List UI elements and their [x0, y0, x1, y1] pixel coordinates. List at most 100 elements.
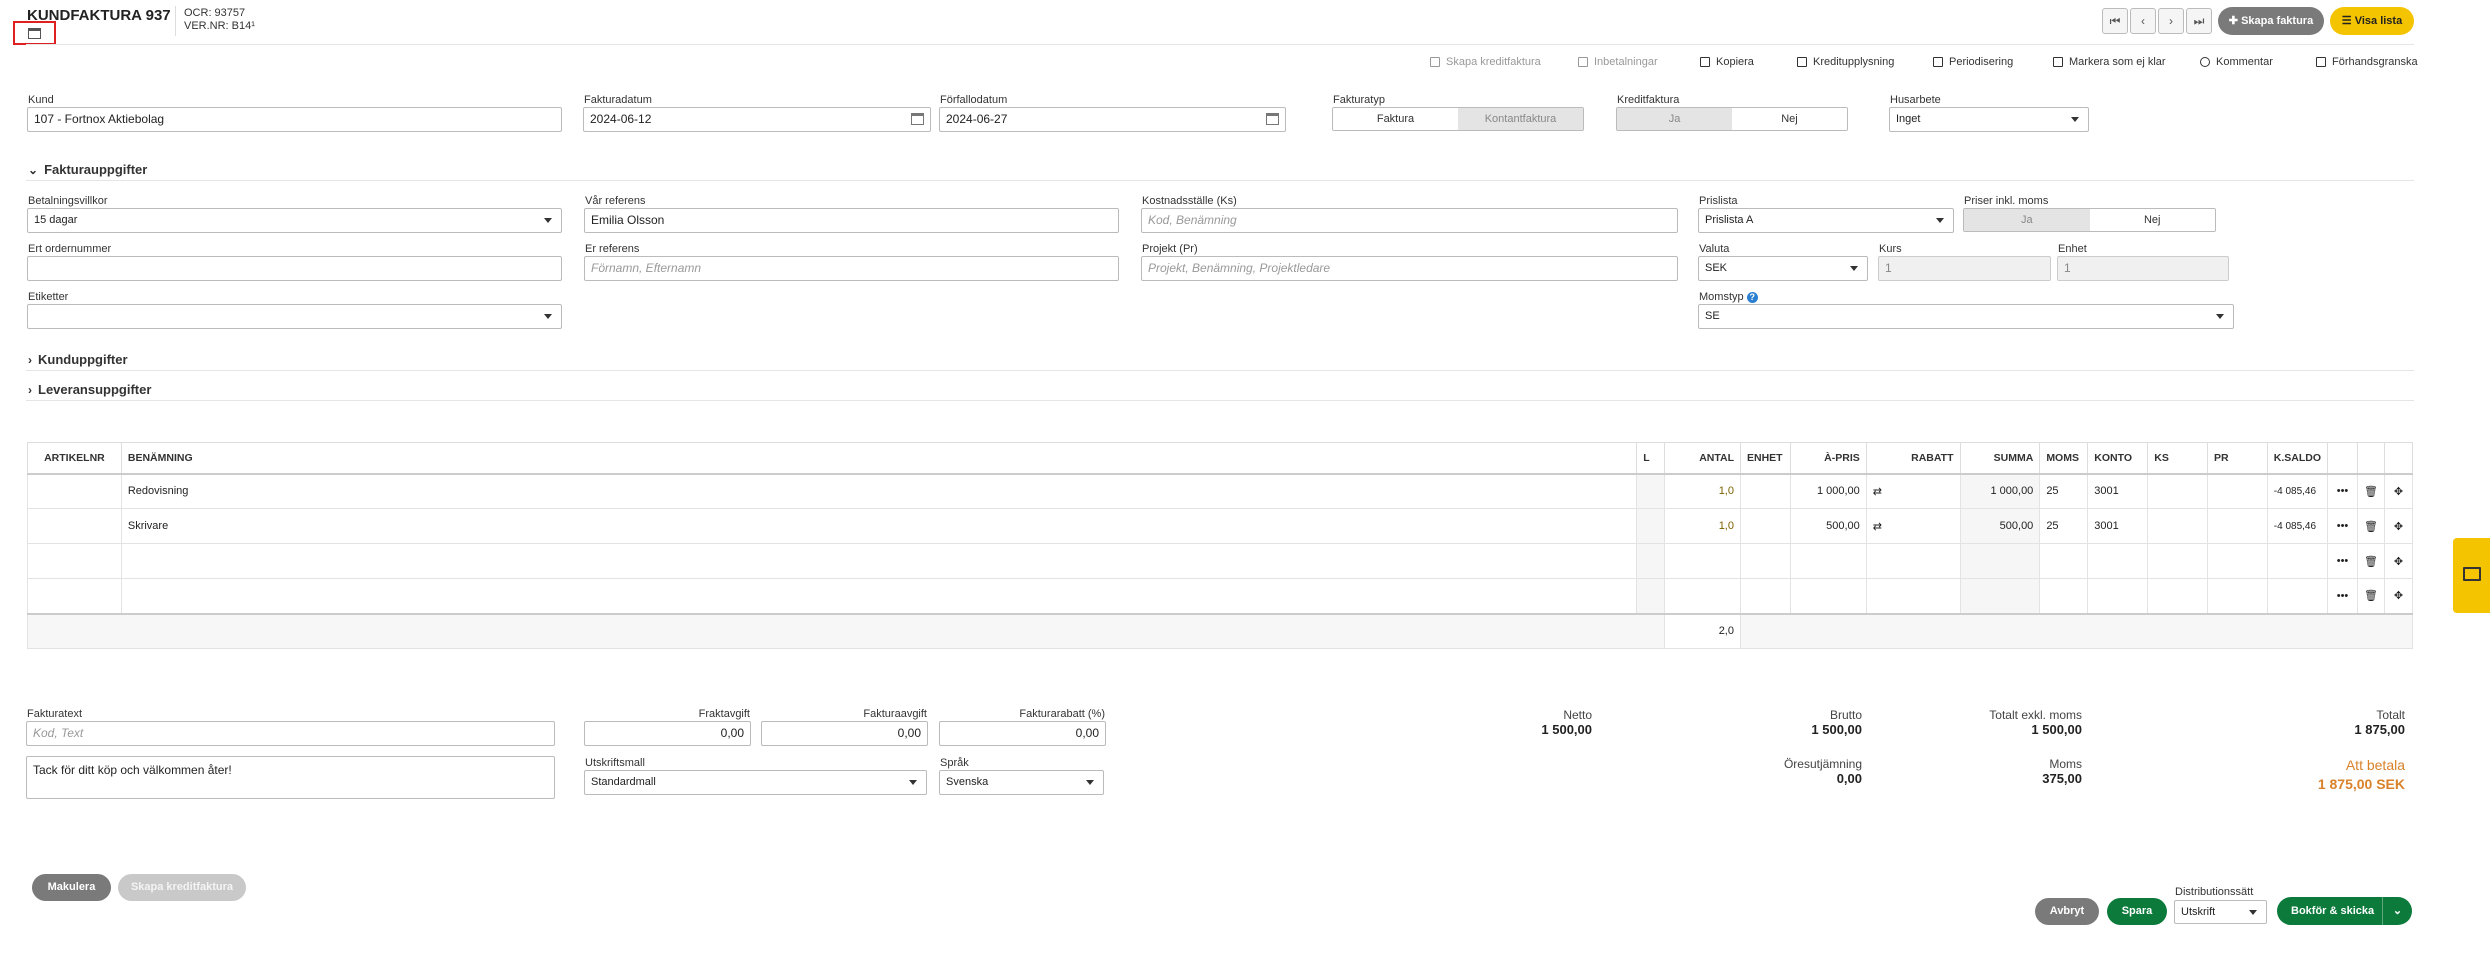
- more-icon[interactable]: •••: [2327, 578, 2358, 614]
- row-ks[interactable]: [2147, 473, 2209, 509]
- toolbar-mark-not-ready[interactable]: Markera som ej klar: [2053, 56, 2166, 68]
- customer-field[interactable]: 107 - Fortnox Aktiebolag: [27, 107, 562, 132]
- invoice-type-faktura[interactable]: Faktura: [1333, 108, 1458, 130]
- book-send-button[interactable]: Bokför & skicka ⌄: [2277, 897, 2412, 925]
- drag-handle-icon[interactable]: ✥: [2383, 473, 2414, 509]
- row-artnr[interactable]: [27, 473, 122, 509]
- toolbar-periodize[interactable]: Periodisering: [1933, 56, 2013, 68]
- toolbar-copy[interactable]: Kopiera: [1700, 56, 1754, 68]
- toolbar-credit-info[interactable]: Kreditupplysning: [1797, 56, 1894, 68]
- discount-field[interactable]: 0,00: [939, 721, 1106, 746]
- row-discount[interactable]: ⇄: [1865, 473, 1961, 509]
- row-ks[interactable]: [2147, 508, 2209, 544]
- table-row[interactable]: Redovisning 1,0 1 000,00 ⇄ 1 000,00 25 3…: [27, 473, 2414, 509]
- order-no-field[interactable]: [27, 256, 562, 281]
- table-row-empty[interactable]: ••• 🗑 ✥: [27, 578, 2414, 614]
- invoice-type-toggle[interactable]: Faktura Kontantfaktura: [1332, 107, 1584, 131]
- table-row[interactable]: Skrivare 1,0 500,00 ⇄ 500,00 25 3001 -4 …: [27, 508, 2414, 544]
- prices-incl-vat-no[interactable]: Nej: [2089, 209, 2215, 231]
- col-vat[interactable]: MOMS: [2039, 442, 2089, 475]
- col-unit[interactable]: ENHET: [1739, 442, 1791, 475]
- trash-icon[interactable]: 🗑: [2357, 543, 2385, 579]
- void-button[interactable]: Makulera: [32, 874, 111, 901]
- vat-type-select[interactable]: SE: [1698, 304, 2234, 329]
- distribution-select[interactable]: Utskrift: [2174, 900, 2267, 924]
- invoice-fee-field[interactable]: 0,00: [761, 721, 928, 746]
- payment-terms-select[interactable]: 15 dagar: [27, 208, 562, 233]
- row-pr[interactable]: [2207, 508, 2268, 544]
- row-vat[interactable]: 25: [2039, 508, 2089, 544]
- pricelist-select[interactable]: Prislista A: [1698, 208, 1954, 233]
- drag-handle-icon[interactable]: ✥: [2383, 578, 2414, 614]
- delivery-details-section[interactable]: › Leveransuppgifter: [28, 382, 151, 397]
- invoice-details-section[interactable]: ⌄ Fakturauppgifter: [28, 162, 147, 177]
- row-vat[interactable]: 25: [2039, 473, 2089, 509]
- swap-icon[interactable]: ⇄: [1873, 521, 1882, 533]
- col-pr[interactable]: PR: [2207, 442, 2268, 475]
- trash-icon[interactable]: 🗑: [2357, 473, 2385, 509]
- row-pr[interactable]: [2207, 473, 2268, 509]
- row-name[interactable]: Skrivare: [120, 508, 1638, 544]
- table-row-empty[interactable]: ••• 🗑 ✥: [27, 543, 2414, 579]
- invoice-text-field[interactable]: Kod, Text: [26, 721, 555, 746]
- our-ref-field[interactable]: Emilia Olsson: [584, 208, 1119, 233]
- row-price[interactable]: 1 000,00: [1789, 473, 1867, 509]
- swap-icon[interactable]: ⇄: [1873, 486, 1882, 498]
- row-artnr[interactable]: [27, 508, 122, 544]
- invoice-type-kontant[interactable]: Kontantfaktura: [1458, 108, 1583, 130]
- drag-handle-icon[interactable]: ✥: [2383, 508, 2414, 544]
- more-icon[interactable]: •••: [2327, 473, 2358, 509]
- create-invoice-button[interactable]: ✚ Skapa faktura: [2218, 7, 2324, 35]
- row-account[interactable]: 3001: [2087, 473, 2149, 509]
- trash-icon[interactable]: 🗑: [2357, 508, 2385, 544]
- row-name[interactable]: Redovisning: [120, 473, 1638, 509]
- col-name[interactable]: BENÄMNING: [120, 442, 1638, 475]
- row-account[interactable]: 3001: [2087, 508, 2149, 544]
- row-qty[interactable]: 1,0: [1664, 473, 1741, 509]
- row-unit[interactable]: [1739, 508, 1791, 544]
- cost-center-field[interactable]: Kod, Benämning: [1141, 208, 1678, 233]
- cancel-button[interactable]: Avbryt: [2035, 898, 2099, 925]
- col-ks[interactable]: KS: [2147, 442, 2209, 475]
- more-icon[interactable]: •••: [2327, 543, 2358, 579]
- first-invoice-button[interactable]: ⏮: [2102, 8, 2128, 34]
- project-field[interactable]: Projekt, Benämning, Projektledare: [1141, 256, 1678, 281]
- create-credit-button[interactable]: Skapa kreditfaktura: [118, 874, 246, 901]
- col-artnr[interactable]: ARTIKELNR: [27, 442, 122, 475]
- tags-select[interactable]: [27, 304, 562, 329]
- prev-invoice-button[interactable]: ‹: [2130, 8, 2156, 34]
- template-select[interactable]: Standardmall: [584, 770, 927, 795]
- last-invoice-button[interactable]: ⏭: [2186, 8, 2212, 34]
- customer-details-section[interactable]: › Kunduppgifter: [28, 352, 128, 367]
- calendar-icon-button[interactable]: [13, 21, 56, 45]
- col-price[interactable]: À-PRIS: [1789, 442, 1867, 475]
- credit-toggle[interactable]: Ja Nej: [1616, 107, 1848, 131]
- toolbar-payments[interactable]: Inbetalningar: [1578, 56, 1658, 68]
- help-icon[interactable]: ?: [1746, 292, 1758, 303]
- prices-incl-vat-yes[interactable]: Ja: [1964, 209, 2090, 231]
- trash-icon[interactable]: 🗑: [2357, 578, 2385, 614]
- col-sum[interactable]: SUMMA: [1959, 442, 2041, 475]
- col-account[interactable]: KONTO: [2087, 442, 2149, 475]
- show-list-button[interactable]: ☰ Visa lista: [2330, 7, 2414, 35]
- drag-handle-icon[interactable]: ✥: [2383, 543, 2414, 579]
- row-discount[interactable]: ⇄: [1865, 508, 1961, 544]
- row-qty[interactable]: 1,0: [1664, 508, 1741, 544]
- due-date-field[interactable]: 2024-06-27: [939, 107, 1286, 132]
- husarbete-select[interactable]: Inget: [1889, 107, 2089, 132]
- invoice-date-field[interactable]: 2024-06-12: [583, 107, 931, 132]
- more-icon[interactable]: •••: [2327, 508, 2358, 544]
- col-qty[interactable]: ANTAL: [1664, 442, 1741, 475]
- col-balance[interactable]: K.SALDO: [2266, 442, 2329, 475]
- thanks-textarea[interactable]: Tack för ditt köp och välkommen åter!: [26, 756, 555, 799]
- save-button[interactable]: Spara: [2107, 898, 2167, 925]
- prices-incl-vat-toggle[interactable]: Ja Nej: [1963, 208, 2216, 232]
- your-ref-field[interactable]: Förnamn, Efternamn: [584, 256, 1119, 281]
- row-price[interactable]: 500,00: [1789, 508, 1867, 544]
- col-discount[interactable]: RABATT: [1865, 442, 1961, 475]
- currency-select[interactable]: SEK: [1698, 256, 1868, 281]
- image-panel-button[interactable]: [2453, 538, 2490, 613]
- credit-yes[interactable]: Ja: [1617, 108, 1732, 130]
- next-invoice-button[interactable]: ›: [2158, 8, 2184, 34]
- row-unit[interactable]: [1739, 473, 1791, 509]
